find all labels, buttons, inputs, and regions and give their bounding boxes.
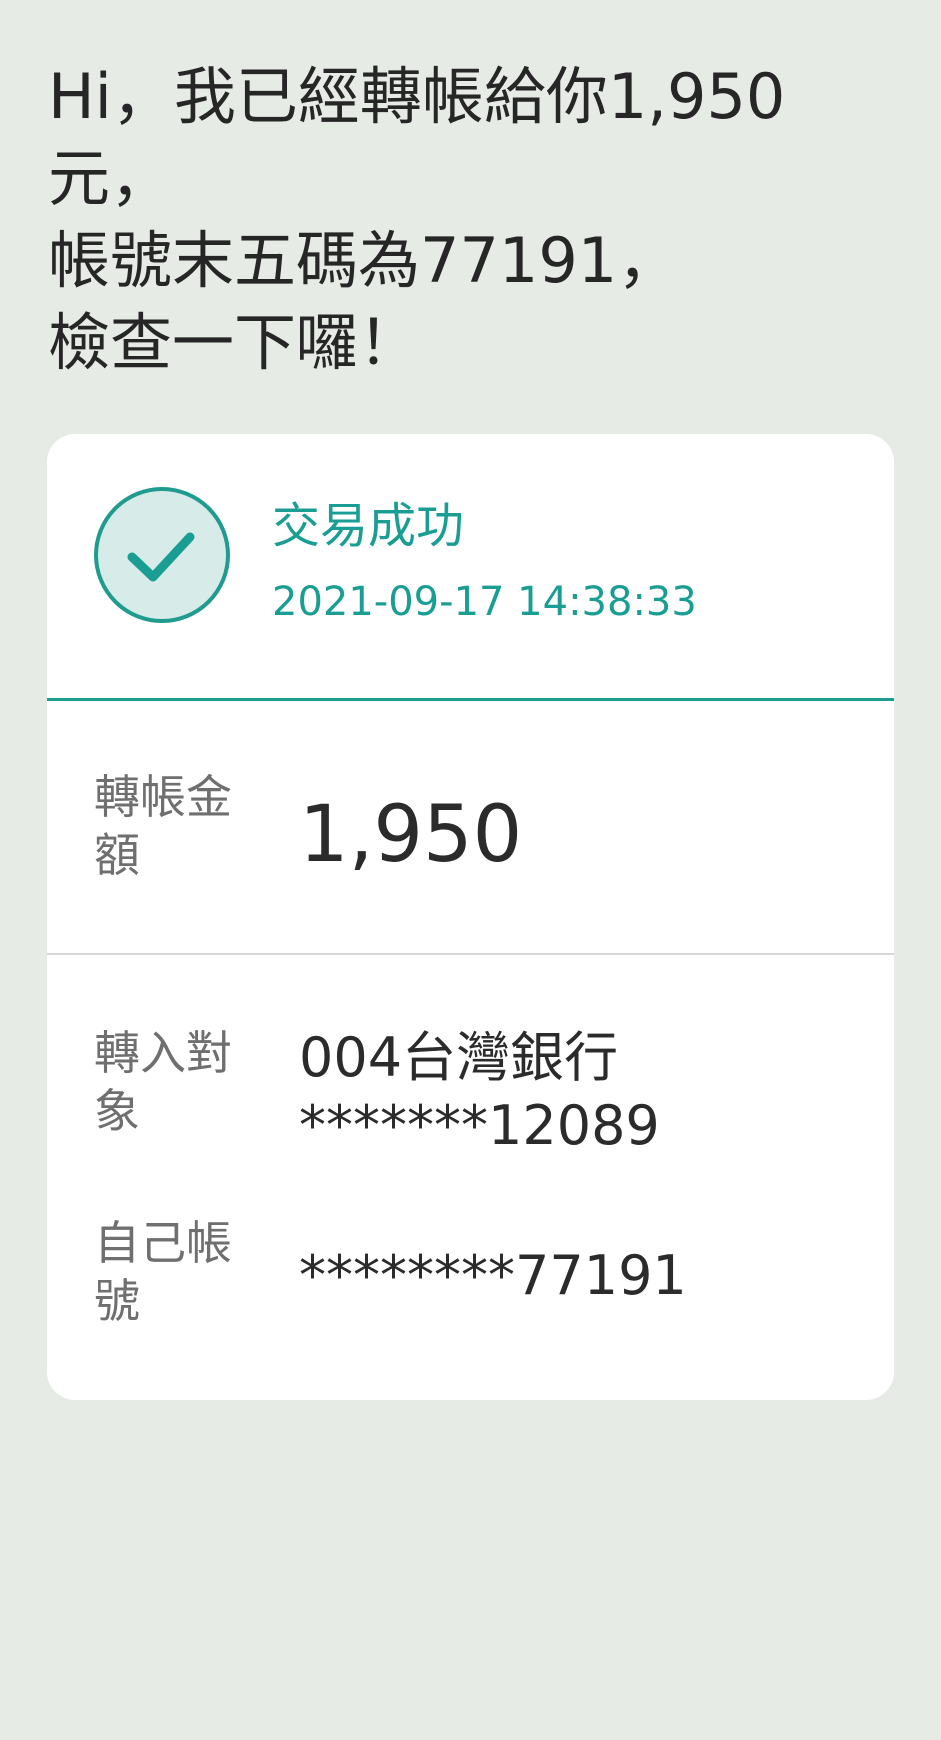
message-line: 檢查一下囉！ [48, 306, 421, 379]
transaction-card: 交易成功 2021-09-17 14:38:33 轉帳金額 1,950 轉入對象… [47, 434, 894, 1400]
message-line: Hi，我已經轉帳給你1,950 [48, 60, 786, 133]
target-account-value: 004台灣銀行 *******12089 [299, 1024, 660, 1160]
own-account-label: 自己帳號 [94, 1216, 232, 1328]
divider [47, 698, 894, 701]
message-line: 帳號末五碼為77191， [48, 224, 680, 297]
target-account-label: 轉入對象 [94, 1026, 232, 1138]
checkmark-icon [94, 487, 230, 623]
transaction-status: 交易成功 2021-09-17 14:38:33 [47, 434, 894, 698]
transfer-message: Hi，我已經轉帳給你1,950 元， 帳號末五碼為77191， 檢查一下囉！ [48, 56, 908, 384]
transaction-timestamp: 2021-09-17 14:38:33 [272, 579, 697, 625]
amount-value: 1,950 [299, 790, 523, 880]
target-bank: 004台灣銀行 [299, 1026, 619, 1089]
message-line: 元， [48, 142, 173, 215]
amount-label: 轉帳金額 [94, 770, 232, 882]
own-account-number: ********77191 [299, 1244, 687, 1307]
divider [47, 953, 894, 955]
status-title: 交易成功 [272, 498, 465, 554]
target-account-number: *******12089 [299, 1094, 660, 1157]
